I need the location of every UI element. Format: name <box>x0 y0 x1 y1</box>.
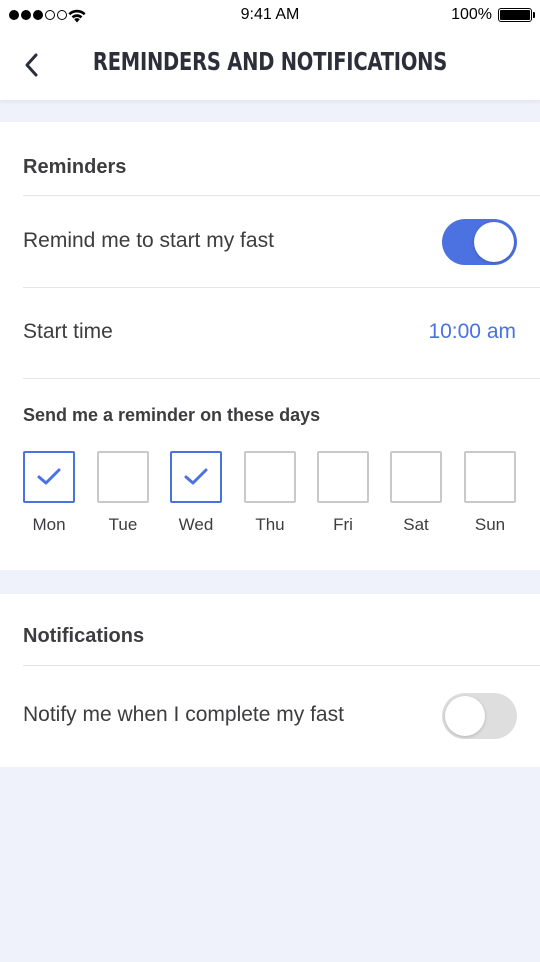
day-checkbox-sun[interactable]: Sun <box>463 451 517 535</box>
day-checkbox-fri[interactable]: Fri <box>316 451 370 535</box>
back-button[interactable] <box>14 48 48 82</box>
battery-percentage: 100% <box>451 6 492 23</box>
day-checkbox-mon[interactable]: Mon <box>22 451 76 535</box>
checkbox[interactable] <box>23 451 75 503</box>
day-label: Sat <box>403 515 429 534</box>
checkmark-icon <box>184 468 208 485</box>
checkbox[interactable] <box>317 451 369 503</box>
checkbox[interactable] <box>244 451 296 503</box>
toggle-knob <box>474 222 514 262</box>
notify-complete-toggle[interactable] <box>442 693 517 739</box>
reminders-card: Reminders Remind me to start my fast Sta… <box>0 122 540 570</box>
toggle-knob <box>445 696 485 736</box>
checkbox[interactable] <box>464 451 516 503</box>
day-checkbox-sat[interactable]: Sat <box>389 451 443 535</box>
day-checkbox-wed[interactable]: Wed <box>169 451 223 535</box>
day-label: Fri <box>333 515 353 534</box>
notifications-section-title: Notifications <box>23 625 145 647</box>
days-label: Send me a reminder on these days <box>23 405 321 425</box>
chevron-left-icon <box>25 53 38 77</box>
divider <box>23 195 540 196</box>
checkbox[interactable] <box>170 451 222 503</box>
day-label: Sun <box>474 515 506 534</box>
nav-bar: REMINDERS AND NOTIFICATIONS <box>0 30 540 100</box>
divider <box>23 378 540 379</box>
day-label: Tue <box>108 515 138 534</box>
reminders-section-title: Reminders <box>23 156 127 178</box>
day-checkbox-thu[interactable]: Thu <box>243 451 297 535</box>
day-label: Wed <box>178 515 214 534</box>
day-label: Mon <box>32 515 66 534</box>
notifications-card: Notifications Notify me when I complete … <box>0 594 540 767</box>
day-checkbox-tue[interactable]: Tue <box>96 451 150 535</box>
divider <box>23 287 540 288</box>
battery-icon <box>498 8 535 22</box>
divider <box>23 665 540 666</box>
checkbox[interactable] <box>390 451 442 503</box>
notify-complete-label: Notify me when I complete my fast <box>23 703 344 726</box>
start-time-value[interactable]: 10:00 am <box>428 320 516 344</box>
status-bar: 9:41 AM 100% <box>0 0 540 30</box>
day-label: Thu <box>255 515 285 534</box>
remind-start-label: Remind me to start my fast <box>23 229 274 252</box>
remind-start-toggle[interactable] <box>442 219 517 265</box>
checkmark-icon <box>37 468 61 485</box>
start-time-label: Start time <box>23 320 113 343</box>
checkbox[interactable] <box>97 451 149 503</box>
page-title: REMINDERS AND NOTIFICATIONS <box>92 47 448 76</box>
